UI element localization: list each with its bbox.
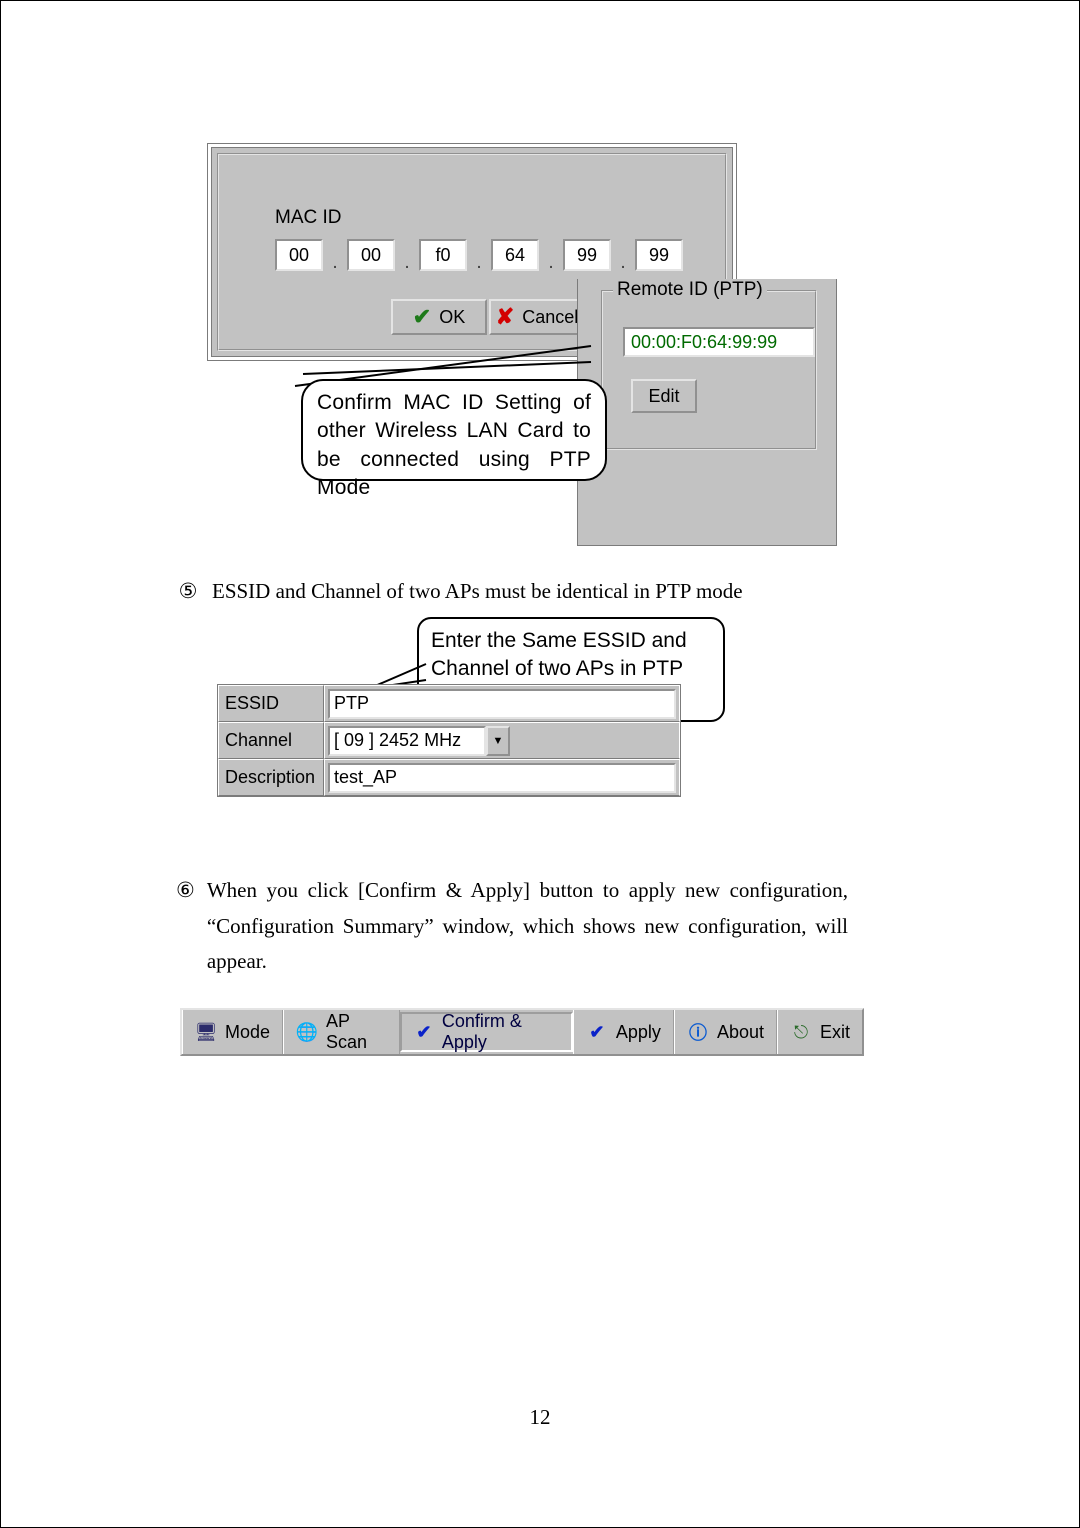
label-channel: Channel [218, 722, 324, 759]
confirm-apply-button[interactable]: ✔ Confirm & Apply [400, 1012, 573, 1052]
step-6: ⑥ When you click [Confirm & Apply] butto… [176, 873, 848, 980]
mac-octet-1[interactable] [275, 239, 323, 271]
check-icon: ✔ [413, 304, 431, 330]
row-description: Description test_AP [218, 759, 680, 796]
ok-button[interactable]: ✔ OK [391, 299, 487, 335]
edit-button[interactable]: Edit [631, 379, 697, 413]
chevron-glyph: ▼ [493, 735, 504, 747]
chevron-down-icon[interactable]: ▼ [486, 726, 510, 756]
mac-octet-5[interactable] [563, 239, 611, 271]
cancel-button-label: Cancel [522, 307, 578, 328]
step-5: ⑤ ESSID and Channel of two APs must be i… [176, 579, 743, 604]
mode-button[interactable]: 🖥 Mode [182, 1010, 283, 1054]
essid-value: PTP [334, 693, 369, 714]
essid-input[interactable]: PTP [328, 689, 676, 719]
mac-separator: . [611, 252, 635, 274]
check-icon: ✔ [586, 1021, 608, 1043]
mac-id-label: MAC ID [275, 207, 342, 229]
label-essid: ESSID [218, 685, 324, 722]
step-5-number: ⑤ [176, 579, 200, 604]
ok-button-label: OK [439, 307, 465, 328]
label-description: Description [218, 759, 324, 796]
mac-separator: . [395, 252, 419, 274]
apply-button[interactable]: ✔ Apply [573, 1010, 674, 1054]
ap-scan-button[interactable]: 🌐 AP Scan [283, 1010, 400, 1054]
mac-separator: . [539, 252, 563, 274]
cross-icon: ✘ [496, 304, 514, 330]
apply-label: Apply [616, 1022, 661, 1043]
ap-scan-label: AP Scan [326, 1011, 387, 1053]
exit-icon: ⎋ [790, 1021, 812, 1043]
row-essid: ESSID PTP [218, 685, 680, 722]
mac-separator: . [467, 252, 491, 274]
step-6-text: When you click [Confirm & Apply] button … [207, 873, 848, 980]
about-label: About [717, 1022, 764, 1043]
mac-octet-4[interactable] [491, 239, 539, 271]
channel-select[interactable]: [ 09 ] 2452 MHz ▼ [328, 726, 510, 756]
description-value: test_AP [334, 767, 397, 788]
monitor-icon: 🖥 [195, 1021, 217, 1043]
settings-table: ESSID PTP Channel [ 09 ] 2452 MHz ▼ Desc… [217, 684, 681, 797]
mac-octet-2[interactable] [347, 239, 395, 271]
channel-value-box: [ 09 ] 2452 MHz [328, 726, 486, 756]
edit-button-label: Edit [648, 386, 679, 407]
exit-label: Exit [820, 1022, 850, 1043]
remote-id-value: 00:00:F0:64:99:99 [623, 327, 815, 357]
description-input[interactable]: test_AP [328, 763, 676, 793]
info-icon: ⓘ [687, 1021, 709, 1043]
remote-id-title: Remote ID (PTP) [613, 279, 767, 301]
confirm-apply-label: Confirm & Apply [442, 1011, 559, 1053]
exit-button[interactable]: ⎋ Exit [777, 1010, 862, 1054]
globe-icon: 🌐 [296, 1021, 318, 1043]
mac-octet-3[interactable] [419, 239, 467, 271]
mode-label: Mode [225, 1022, 270, 1043]
callout-confirm-mac-id: Confirm MAC ID Setting of other Wireless… [301, 379, 607, 481]
check-icon: ✔ [414, 1021, 434, 1043]
step-6-number: ⑥ [176, 873, 195, 980]
channel-value: [ 09 ] 2452 MHz [334, 730, 461, 751]
toolbar: 🖥 Mode 🌐 AP Scan ✔ Confirm & Apply ✔ App… [180, 1008, 864, 1056]
page-number: 12 [1, 1405, 1079, 1430]
mac-octet-row: . . . . . [275, 239, 683, 271]
about-button[interactable]: ⓘ About [674, 1010, 777, 1054]
mac-octet-6[interactable] [635, 239, 683, 271]
row-channel: Channel [ 09 ] 2452 MHz ▼ [218, 722, 680, 759]
mac-separator: . [323, 252, 347, 274]
remote-id-groupbox [601, 290, 817, 450]
cancel-button[interactable]: ✘ Cancel [489, 299, 585, 335]
step-5-text: ESSID and Channel of two APs must be ide… [212, 579, 743, 604]
